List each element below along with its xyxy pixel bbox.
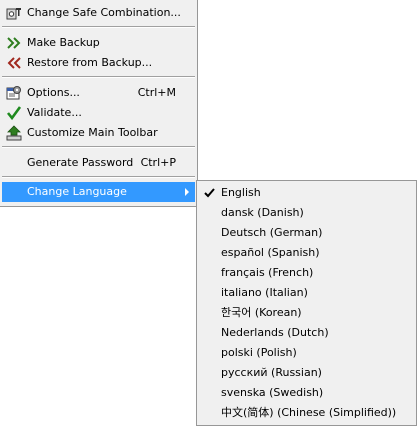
- language-label: 한국어 (Korean): [221, 306, 302, 319]
- language-item-danish[interactable]: dansk (Danish): [199, 203, 414, 223]
- language-item-french[interactable]: français (French): [199, 263, 414, 283]
- menu-separator: [2, 26, 195, 28]
- menu-item-change-safe-combination[interactable]: Change Safe Combination...: [2, 3, 195, 23]
- menu-item-label: Change Safe Combination...: [27, 6, 181, 19]
- menu-item-change-language[interactable]: Change Language: [2, 182, 195, 202]
- language-item-german[interactable]: Deutsch (German): [199, 223, 414, 243]
- menu-item-label: Validate...: [27, 106, 82, 119]
- menu-item-restore-from-backup[interactable]: Restore from Backup...: [2, 53, 195, 73]
- menu-item-label: Options...: [27, 86, 80, 99]
- menu-item-shortcut: Ctrl+M: [137, 86, 176, 99]
- language-label: 中文(简体) (Chinese (Simplified)): [221, 406, 397, 419]
- menu-item-label: Generate Password: [27, 156, 134, 169]
- menu-separator: [2, 146, 195, 148]
- checkmark-icon: [6, 105, 22, 121]
- menu-item-customize-main-toolbar[interactable]: Customize Main Toolbar: [2, 123, 195, 143]
- menu-separator: [2, 176, 195, 178]
- language-submenu: English dansk (Danish) Deutsch (German) …: [196, 180, 417, 426]
- language-item-italian[interactable]: italiano (Italian): [199, 283, 414, 303]
- language-label: dansk (Danish): [221, 206, 304, 219]
- menu-item-label: Change Language: [27, 185, 127, 198]
- language-label: italiano (Italian): [221, 286, 308, 299]
- language-label: français (French): [221, 266, 314, 279]
- menu-item-make-backup[interactable]: Make Backup: [2, 33, 195, 53]
- language-item-swedish[interactable]: svenska (Swedish): [199, 383, 414, 403]
- language-item-dutch[interactable]: Nederlands (Dutch): [199, 323, 414, 343]
- file-menu: Change Safe Combination... Make Backup R…: [0, 0, 198, 207]
- language-label: русский (Russian): [221, 366, 322, 379]
- language-item-russian[interactable]: русский (Russian): [199, 363, 414, 383]
- language-label: Deutsch (German): [221, 226, 323, 239]
- menu-item-label: Make Backup: [27, 36, 100, 49]
- language-item-chinese-simplified[interactable]: 中文(简体) (Chinese (Simplified)): [199, 403, 414, 423]
- menu-separator: [2, 76, 195, 78]
- language-label: polski (Polish): [221, 346, 297, 359]
- language-label: español (Spanish): [221, 246, 320, 259]
- safe-combination-icon: [6, 5, 22, 21]
- toolbar-icon: [6, 125, 22, 141]
- double-chevron-left-icon: [6, 55, 22, 71]
- menu-item-options[interactable]: Options... Ctrl+M: [2, 83, 195, 103]
- menu-item-shortcut: Ctrl+P: [140, 156, 176, 169]
- menu-item-validate[interactable]: Validate...: [2, 103, 195, 123]
- language-label: English: [221, 186, 261, 199]
- submenu-arrow-icon: [185, 188, 189, 196]
- language-item-spanish[interactable]: español (Spanish): [199, 243, 414, 263]
- language-item-polish[interactable]: polski (Polish): [199, 343, 414, 363]
- double-chevron-right-icon: [6, 35, 22, 51]
- menu-item-label: Customize Main Toolbar: [27, 126, 158, 139]
- checkmark-icon: [202, 185, 218, 201]
- menu-item-label: Restore from Backup...: [27, 56, 153, 69]
- language-label: Nederlands (Dutch): [221, 326, 329, 339]
- language-item-english[interactable]: English: [199, 183, 414, 203]
- menu-item-generate-password[interactable]: Generate Password Ctrl+P: [2, 153, 195, 173]
- language-item-korean[interactable]: 한국어 (Korean): [199, 303, 414, 323]
- options-icon: [6, 85, 22, 101]
- language-label: svenska (Swedish): [221, 386, 324, 399]
